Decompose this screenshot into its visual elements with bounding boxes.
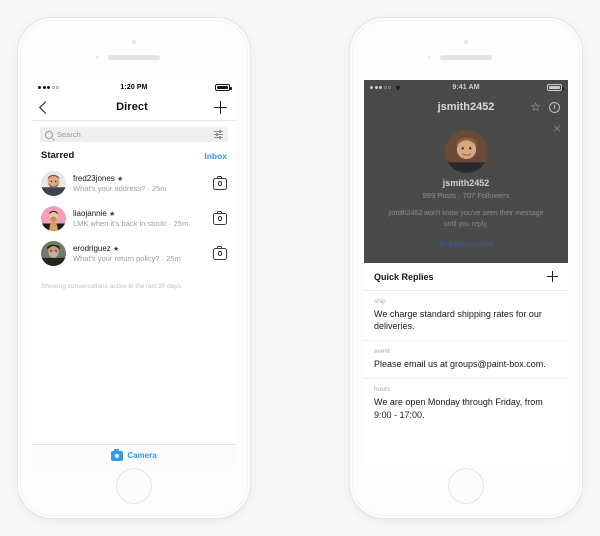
camera-icon[interactable] — [213, 175, 227, 190]
profile-stats: 999 Posts · 707 Followers — [422, 191, 510, 200]
list-item[interactable]: event Please email us at groups@paint-bo… — [364, 341, 568, 380]
right-screen: 9:41 AM jsmith2452 ☆ i jsmith2452 999 Po… — [364, 80, 568, 466]
table-row[interactable]: liaojannie ★ LMK when it's back in stock… — [32, 201, 236, 236]
status-time: 1:20 PM — [120, 83, 148, 91]
list-footer-note: Showing conversations active in the last… — [32, 271, 236, 290]
avatar-image — [41, 206, 66, 231]
earpiece-speaker — [440, 55, 492, 60]
starred-icon: ★ — [117, 175, 124, 183]
back-chevron-icon[interactable] — [39, 100, 52, 114]
star-icon[interactable]: ☆ — [530, 101, 541, 113]
thread-nav-bar: jsmith2452 ☆ i — [364, 94, 568, 120]
avatar[interactable] — [41, 171, 66, 196]
list-item[interactable]: ship We charge standard shipping rates f… — [364, 291, 568, 342]
profile-username: jsmith2452 — [442, 178, 490, 188]
left-screen: 1:20 PM Direct Search Starred Inbox fred… — [32, 80, 236, 466]
new-message-plus-icon[interactable] — [214, 100, 227, 114]
avatar-image — [41, 171, 66, 196]
list-item[interactable]: hours We are open Monday through Friday,… — [364, 379, 568, 429]
list-item: erodriguez ★ — [73, 244, 206, 253]
left-status-bar: 1:20 PM — [32, 80, 236, 94]
close-icon[interactable] — [553, 124, 561, 132]
avatar[interactable] — [41, 206, 66, 231]
profile-card: jsmith2452 999 Posts · 707 Followers jsm… — [364, 120, 568, 263]
quick-reply-text: We charge standard shipping rates for ou… — [374, 309, 542, 332]
starred-section-header: Starred Inbox — [32, 146, 236, 166]
front-camera-icon — [464, 40, 468, 44]
not-interested-button[interactable]: Not interested — [380, 240, 552, 249]
list-item: fred23jones ★ — [73, 174, 206, 183]
avatar-image — [444, 130, 488, 173]
earpiece-speaker — [108, 55, 160, 60]
direct-nav-bar: Direct — [32, 94, 236, 121]
conversation-preview: What's your address? · 25m — [73, 184, 167, 194]
proximity-sensor-icon — [96, 56, 99, 59]
quick-replies-list: ship We charge standard shipping rates f… — [364, 291, 568, 429]
search-placeholder: Search — [57, 130, 81, 139]
conversation-preview: LMK when it's back in stock! · 25m — [73, 219, 189, 229]
starred-icon: ★ — [109, 210, 116, 218]
battery-icon — [547, 83, 564, 91]
search-icon — [45, 130, 53, 139]
tab-label: Camera — [127, 451, 157, 460]
dimmed-overlay-section: 9:41 AM jsmith2452 ☆ i jsmith2452 999 Po… — [364, 80, 568, 263]
conversation-text: fred23jones ★ What's your address? · 25m — [73, 174, 206, 194]
avatar[interactable] — [41, 241, 66, 266]
conversation-text: liaojannie ★ LMK when it's back in stock… — [73, 209, 206, 229]
conversation-preview: What's your return policy? · 25m — [73, 254, 181, 264]
table-row[interactable]: fred23jones ★ What's your address? · 25m — [32, 166, 236, 201]
starred-icon: ★ — [113, 245, 120, 253]
quick-reply-text: Please email us at groups@paint-box.com. — [374, 359, 546, 370]
table-row[interactable]: erodriguez ★ What's your return policy? … — [32, 236, 236, 271]
conversation-username: fred23jones — [73, 173, 115, 183]
quick-replies-header: Quick Replies — [364, 263, 568, 291]
phone-right: 9:41 AM jsmith2452 ☆ i jsmith2452 999 Po… — [350, 18, 582, 518]
camera-icon — [111, 448, 124, 461]
page-title: Direct — [116, 101, 148, 113]
quick-reply-shortcut: ship — [374, 298, 386, 305]
battery-icon — [215, 83, 232, 91]
status-time: 9:41 AM — [452, 83, 480, 91]
right-status-bar: 9:41 AM — [364, 80, 568, 94]
quick-reply-shortcut: hours — [374, 386, 391, 394]
avatar-image — [41, 241, 66, 266]
section-title: Starred — [41, 150, 75, 161]
conversation-username: erodriguez — [73, 243, 111, 253]
conversation-username: liaojannie — [73, 208, 107, 218]
info-icon[interactable]: i — [549, 101, 560, 113]
home-button[interactable] — [448, 468, 484, 504]
search-input[interactable]: Search — [40, 127, 228, 142]
home-button[interactable] — [116, 468, 152, 504]
conversation-list: fred23jones ★ What's your address? · 25m — [32, 166, 236, 271]
quick-reply-text: We are open Monday through Friday, from … — [374, 397, 543, 420]
avatar[interactable] — [444, 130, 488, 173]
tab-camera[interactable]: Camera — [32, 444, 236, 466]
inbox-link[interactable]: Inbox — [204, 151, 227, 161]
conversation-text: erodriguez ★ What's your return policy? … — [73, 244, 206, 264]
search-section: Search — [32, 121, 236, 146]
list-item: liaojannie ★ — [73, 209, 206, 218]
front-camera-icon — [132, 40, 136, 44]
filter-sliders-icon[interactable] — [214, 130, 223, 139]
quick-replies-title: Quick Replies — [374, 271, 434, 282]
profile-notice: jsmith2452 won't know you've seen their … — [388, 210, 544, 228]
quick-reply-shortcut: event — [374, 348, 390, 356]
proximity-sensor-icon — [428, 56, 431, 59]
camera-icon[interactable] — [213, 210, 227, 225]
camera-icon[interactable] — [213, 245, 227, 260]
add-quick-reply-plus-icon[interactable] — [547, 271, 558, 282]
phone-left: 1:20 PM Direct Search Starred Inbox fred… — [18, 18, 250, 518]
